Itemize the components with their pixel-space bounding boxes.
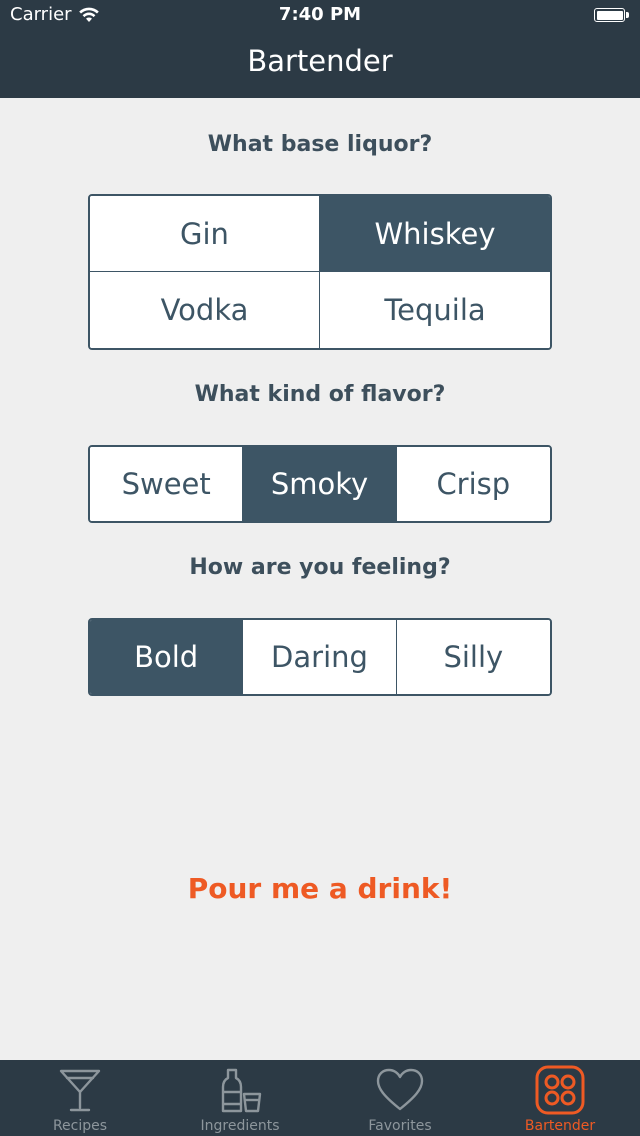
liquor-option-gin[interactable]: Gin [90, 196, 320, 272]
tab-recipes-label: Recipes [52, 1118, 108, 1134]
liquor-question: What base liquor? [207, 132, 433, 157]
feeling-option-bold[interactable]: Bold [90, 620, 244, 694]
martini-glass-icon [53, 1064, 107, 1116]
tab-favorites[interactable]: Favorites [320, 1060, 480, 1136]
liquor-option-vodka[interactable]: Vodka [90, 272, 320, 348]
tab-ingredients-label: Ingredients [200, 1118, 280, 1134]
feeling-selector: Bold Daring Silly [88, 618, 552, 696]
feeling-option-daring[interactable]: Daring [243, 620, 397, 694]
page-title: Bartender [247, 44, 393, 78]
flavor-option-sweet[interactable]: Sweet [90, 447, 244, 521]
tab-recipes[interactable]: Recipes [0, 1060, 160, 1136]
navigation-bar: Carrier 7:40 PM Bartender [0, 0, 640, 98]
battery-icon [594, 7, 630, 23]
feeling-option-silly[interactable]: Silly [396, 620, 550, 694]
tab-bar: Recipes Ingredients Favorites Bartender [0, 1060, 640, 1136]
feeling-question: How are you feeling? [189, 555, 451, 580]
flavor-question: What kind of flavor? [194, 382, 446, 407]
flavor-selector: Sweet Smoky Crisp [88, 445, 552, 523]
heart-icon [373, 1064, 427, 1116]
flavor-option-smoky[interactable]: Smoky [243, 447, 397, 521]
bottle-glass-icon [213, 1064, 267, 1116]
liquor-selector: Gin Whiskey Vodka Tequila [88, 194, 552, 350]
tab-favorites-label: Favorites [368, 1118, 432, 1134]
tab-bartender[interactable]: Bartender [480, 1060, 640, 1136]
liquor-option-tequila[interactable]: Tequila [320, 272, 550, 348]
flavor-option-crisp[interactable]: Crisp [396, 447, 550, 521]
tab-ingredients[interactable]: Ingredients [160, 1060, 320, 1136]
status-time: 7:40 PM [278, 4, 362, 25]
pour-drink-button[interactable]: Pour me a drink! [0, 872, 640, 905]
status-bar: Carrier 7:40 PM [0, 0, 640, 32]
tab-bartender-label: Bartender [524, 1118, 596, 1134]
liquor-option-whiskey[interactable]: Whiskey [320, 196, 550, 272]
bartender-grid-icon [533, 1064, 587, 1116]
